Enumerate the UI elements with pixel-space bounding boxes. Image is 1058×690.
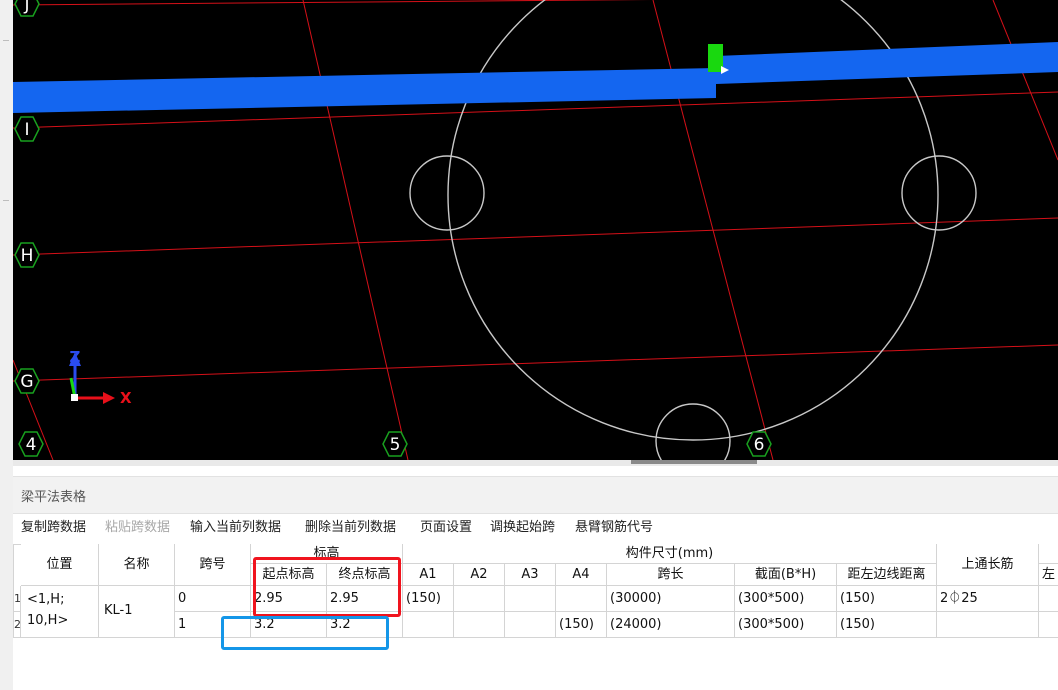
grip-marker[interactable] (708, 44, 723, 72)
cell-span-no[interactable]: 0 (175, 586, 251, 612)
cell-section[interactable]: (300*500) (735, 612, 837, 638)
axis-label-i: I (24, 120, 29, 140)
beam-table: 位置 名称 跨号 标高 起点标高 终点标高 构件尺寸(mm) A1 A2 A3 … (13, 544, 1058, 690)
swap-start-span-button[interactable]: 调换起始跨 (490, 516, 555, 535)
paste-span-data-button[interactable]: 粘贴跨数据 (105, 516, 170, 535)
beam-name: KL-1 (104, 603, 133, 618)
cell-a1[interactable]: (150) (403, 586, 454, 612)
annotation-blue-box (221, 616, 389, 650)
copy-span-data-button[interactable]: 复制跨数据 (21, 516, 86, 535)
ucs-z-label: Z (70, 348, 81, 366)
row-number-2: 2 (14, 618, 21, 631)
cell-left-distance[interactable]: (150) (837, 612, 937, 638)
grid-line-g (13, 344, 1058, 382)
position-line-2: 10,H> (27, 613, 69, 628)
small-circle-left (409, 155, 485, 231)
col-header-a4[interactable]: A4 (556, 564, 607, 586)
col-header-a3[interactable]: A3 (505, 564, 556, 586)
axis-label-4: 4 (26, 435, 37, 455)
axis-label-j: J (23, 0, 29, 15)
col-header-left-distance[interactable]: 距左边线距离 (837, 564, 937, 586)
cell-position[interactable]: <1,H; 10,H> (21, 586, 99, 638)
panel-title-bar: 梁平法表格 (13, 476, 1058, 514)
row-number-1: 1 (14, 592, 21, 605)
input-column-data-button[interactable]: 输入当前列数据 (190, 516, 281, 535)
dock-tick (3, 200, 9, 201)
drawing-viewport[interactable]: J I H G 4 5 6 Z X (13, 0, 1058, 460)
ucs-x-label: X (120, 389, 132, 407)
left-dock-strip (0, 0, 14, 690)
cell-span-length[interactable]: (30000) (607, 586, 735, 612)
cell-extra[interactable] (1039, 612, 1058, 638)
col-header-a2[interactable]: A2 (454, 564, 505, 586)
cell-top-bar[interactable] (937, 612, 1039, 638)
axis-label-h: H (21, 246, 34, 266)
cell-a4[interactable] (556, 586, 607, 612)
cell-a3[interactable] (505, 612, 556, 638)
axis-label-5: 5 (390, 435, 401, 455)
col-header-extra[interactable]: 左 (1039, 564, 1058, 586)
dock-tick (3, 40, 9, 41)
cell-a4[interactable]: (150) (556, 612, 607, 638)
page-setup-button[interactable]: 页面设置 (420, 516, 472, 535)
cell-a2[interactable] (454, 586, 505, 612)
small-circle-right (901, 155, 977, 231)
col-header-size-group: 构件尺寸(mm) (403, 544, 937, 564)
delete-column-data-button[interactable]: 删除当前列数据 (305, 516, 396, 535)
col-header-span-length[interactable]: 跨长 (607, 564, 735, 586)
cell-extra[interactable] (1039, 586, 1058, 612)
grid-line-h (13, 217, 1058, 256)
panel-toolbar: 复制跨数据 粘贴跨数据 输入当前列数据 删除当前列数据 页面设置 调换起始跨 悬… (13, 516, 1058, 538)
beam-segment-1[interactable] (716, 42, 1058, 84)
col-header-next-group (1039, 544, 1058, 564)
small-circle-bottom (655, 403, 731, 460)
position-line-1: <1,H; (27, 592, 65, 607)
col-header-span-no[interactable]: 跨号 (175, 544, 251, 586)
cad-canvas[interactable]: J I H G 4 5 6 Z X (13, 0, 1058, 460)
grid-line-7 (992, 0, 1058, 161)
col-header-top-bar[interactable]: 上通长筋 (937, 544, 1039, 586)
cell-a2[interactable] (454, 612, 505, 638)
grid-line-5 (302, 0, 409, 460)
panel-title: 梁平法表格 (21, 490, 87, 505)
col-header-a1[interactable]: A1 (403, 564, 454, 586)
cell-left-distance[interactable]: (150) (837, 586, 937, 612)
beam-segment-0[interactable] (13, 68, 716, 113)
cell-a3[interactable] (505, 586, 556, 612)
cantilever-rebar-code-button[interactable]: 悬臂钢筋代号 (575, 516, 653, 535)
col-header-position[interactable]: 位置 (21, 544, 99, 586)
grid-line-j (13, 0, 652, 6)
cell-span-length[interactable]: (24000) (607, 612, 735, 638)
beam-table-panel: 梁平法表格 复制跨数据 粘贴跨数据 输入当前列数据 删除当前列数据 页面设置 调… (13, 466, 1058, 690)
cell-a1[interactable] (403, 612, 454, 638)
cell-name[interactable]: KL-1 (99, 586, 175, 638)
annotation-red-box (253, 557, 401, 617)
cell-section[interactable]: (300*500) (735, 586, 837, 612)
cell-top-bar[interactable]: 2⏀25 (937, 586, 1039, 612)
col-header-name[interactable]: 名称 (99, 544, 175, 586)
axis-label-6: 6 (754, 435, 765, 455)
splitter-grip[interactable] (631, 460, 757, 464)
axis-label-g: G (20, 372, 33, 392)
col-header-section[interactable]: 截面(B*H) (735, 564, 837, 586)
